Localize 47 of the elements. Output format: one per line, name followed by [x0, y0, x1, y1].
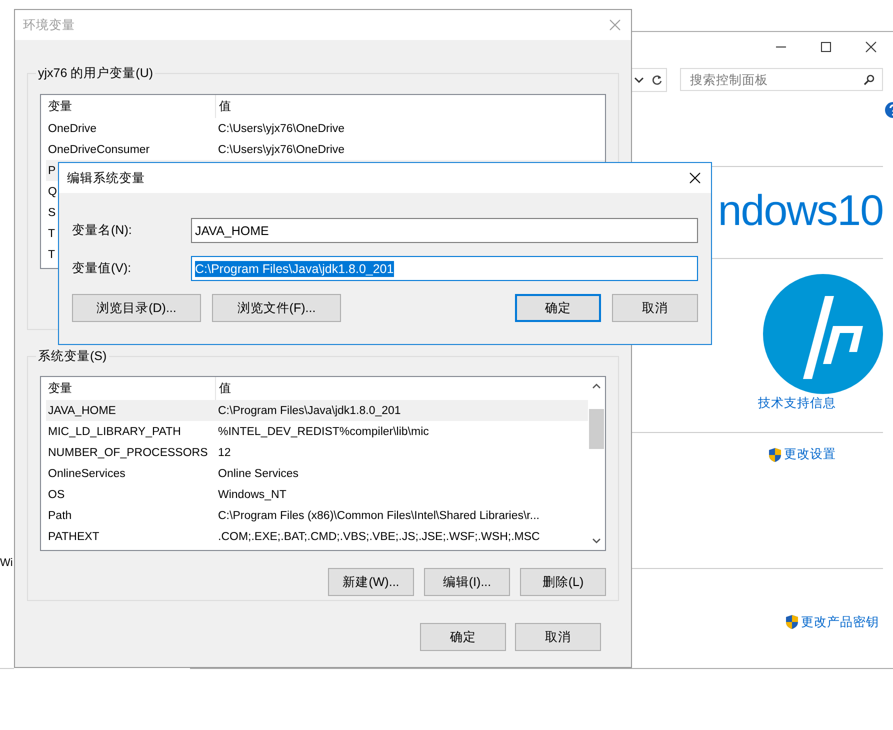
field-label: 变量名(N):	[72, 222, 133, 239]
dialog-button[interactable]: 确定	[420, 623, 506, 651]
list-row[interactable]: OneDrive C:\Users\yjx76\OneDrive	[46, 118, 605, 139]
list-row[interactable]: OneDriveConsumer C:\Users\yjx76\OneDrive	[46, 139, 605, 160]
group-title: 系统变量(S)	[37, 348, 108, 365]
support-link[interactable]: 技术支持信息	[758, 395, 836, 412]
list-row[interactable]: JAVA_HOME C:\Program Files\Java\jdk1.8.0_201	[46, 400, 588, 421]
scroll-down-icon[interactable]	[592, 538, 601, 544]
maximize-icon[interactable]	[819, 40, 833, 54]
search-icon	[863, 74, 875, 86]
list-row[interactable]: OnlineServices Online Services	[46, 463, 588, 484]
field-label: 变量值(V):	[72, 260, 132, 277]
brand-text: ndows10	[718, 186, 883, 236]
dialog-button[interactable]: 取消	[612, 294, 698, 322]
list-row[interactable]: PATHEXT .COM;.EXE;.BAT;.CMD;.VBS;.VBE;.JS;.JSE;.WSF;.WSH;.MSC	[46, 526, 588, 547]
dialog-button[interactable]: 取消	[515, 623, 601, 651]
close-icon[interactable]	[864, 40, 878, 54]
logo-icon	[763, 274, 883, 394]
window-title: 环境变量	[23, 16, 75, 34]
browse-button[interactable]: 浏览文件(F)...	[212, 294, 341, 322]
list-row[interactable]: NUMBER_OF_PROCESSORS 12	[46, 442, 588, 463]
list-row[interactable]: OS Windows_NT	[46, 484, 588, 505]
close-icon[interactable]	[688, 171, 702, 185]
shield-icon	[785, 614, 799, 630]
action-button[interactable]: 新建(W)...	[328, 568, 414, 596]
change-product-key-link[interactable]: 更改产品密钥	[785, 614, 879, 630]
search-field[interactable]: 搜索控制面板	[680, 68, 883, 92]
list-row[interactable]: Path C:\Program Files (x86)\Common Files\Intel\Shared Libraries\r...	[46, 505, 588, 526]
change-settings-link[interactable]: 更改设置	[768, 446, 836, 463]
list-row[interactable]: MIC_LD_LIBRARY_PATH %INTEL_DEV_REDIST%compiler\lib\mic	[46, 421, 588, 442]
column-header[interactable]: 变量	[46, 95, 216, 118]
window-text: Wi	[0, 557, 13, 569]
column-header[interactable]: 值	[216, 95, 231, 118]
browse-button[interactable]: 浏览目录(D)...	[72, 294, 201, 322]
group-title: yjx76 的用户变量(U)	[37, 65, 154, 82]
scroll-up-icon[interactable]	[592, 383, 601, 389]
scrollbar-thumb[interactable]	[589, 409, 604, 449]
column-header[interactable]: 值	[216, 377, 231, 400]
chevron-down-icon[interactable]	[634, 76, 644, 84]
action-button[interactable]: 删除(L)	[520, 568, 606, 596]
action-button[interactable]: 编辑(I)...	[424, 568, 510, 596]
input-field[interactable]: C:\Program Files\Java\jdk1.8.0_201	[191, 256, 698, 281]
window-title: 编辑系统变量	[67, 170, 145, 186]
dialog-button[interactable]: 确定	[515, 294, 601, 322]
input-field[interactable]: JAVA_HOME	[191, 218, 698, 243]
shield-icon	[768, 446, 782, 463]
refresh-icon[interactable]	[650, 74, 662, 86]
